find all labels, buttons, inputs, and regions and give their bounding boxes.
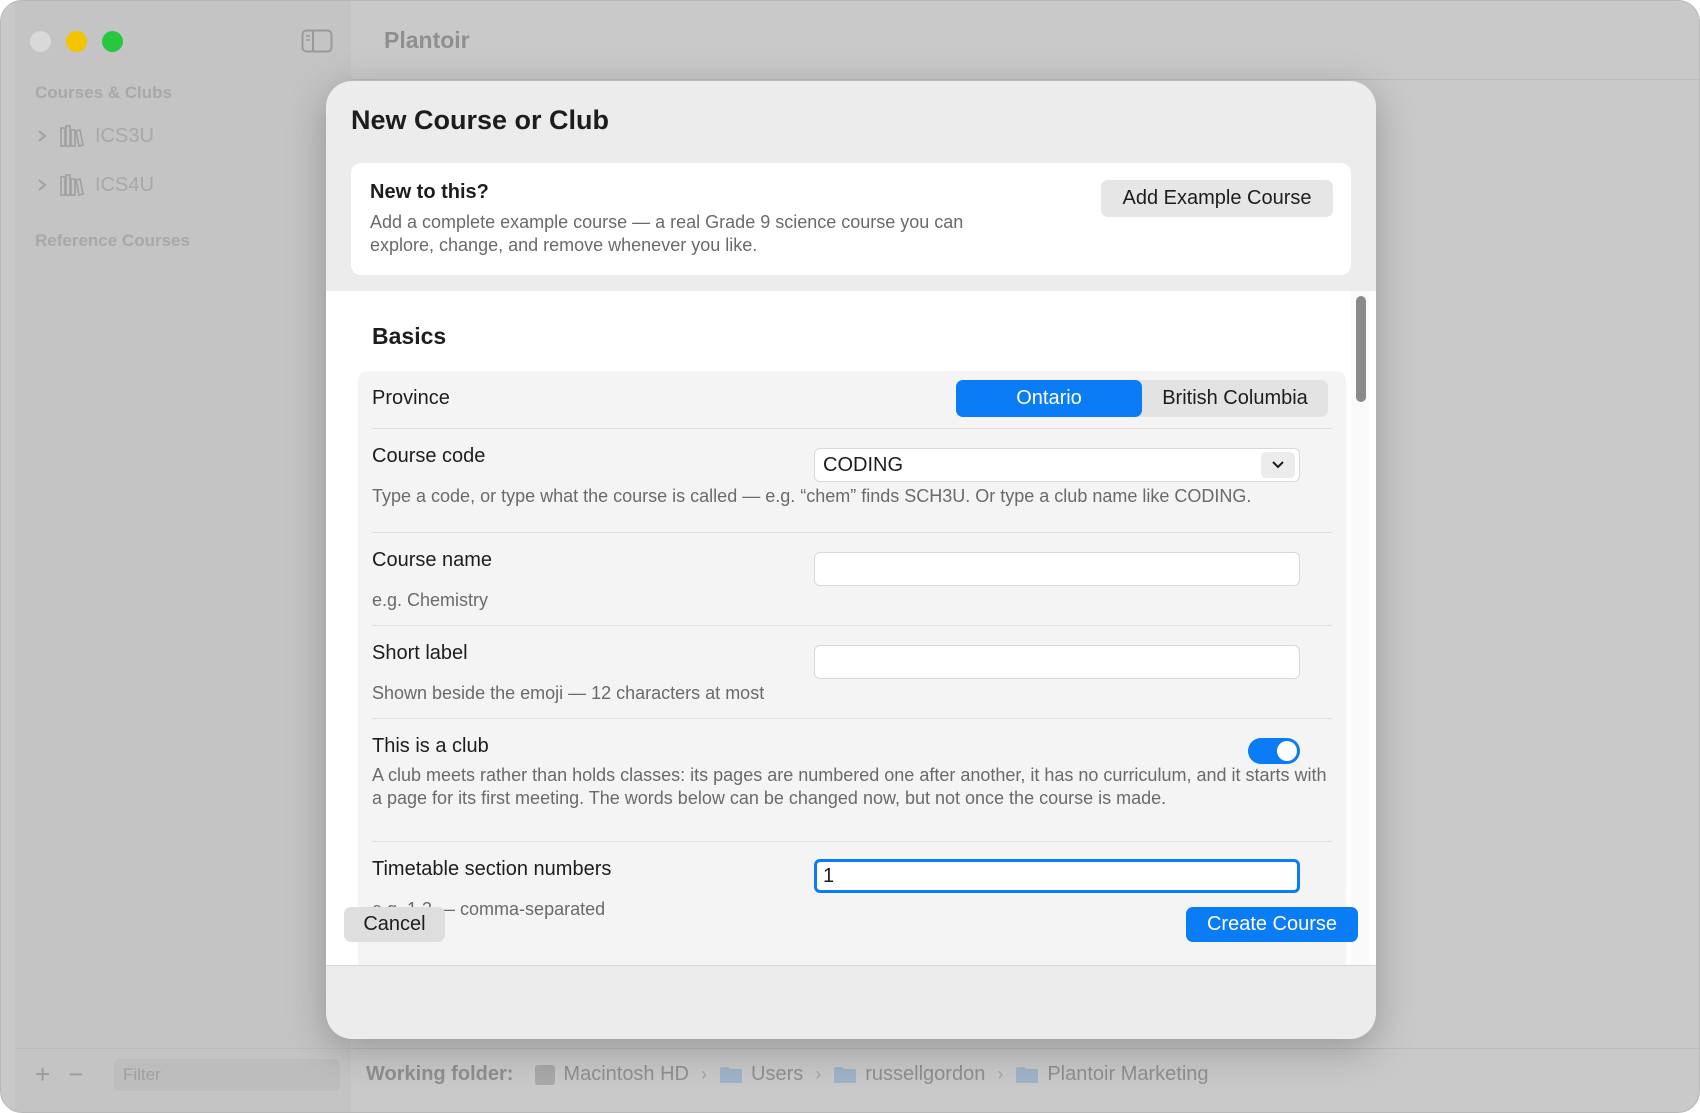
- basics-heading: Basics: [372, 323, 447, 349]
- breadcrumb-item-disk[interactable]: Macintosh HD: [535, 1063, 689, 1086]
- create-course-button[interactable]: Create Course: [1186, 907, 1358, 942]
- filter-input[interactable]: Filter: [114, 1059, 340, 1091]
- chevron-right-icon[interactable]: [35, 129, 49, 143]
- course-name-field[interactable]: [814, 552, 1300, 586]
- sidebar-item-ics4u[interactable]: ICS4U: [35, 171, 154, 199]
- province-label: Province: [372, 387, 450, 409]
- breadcrumb-separator-icon: ›: [701, 1064, 708, 1084]
- app-window: Courses & Clubs ICS3U ICS4U Reference Co…: [0, 0, 1700, 1113]
- course-name-label: Course name: [372, 549, 493, 571]
- scrollbar-thumb[interactable]: [1356, 296, 1366, 402]
- province-option-british-columbia[interactable]: British Columbia: [1142, 380, 1328, 417]
- short-label-label: Short label: [372, 642, 468, 664]
- row-divider: [372, 841, 1332, 842]
- province-option-ontario[interactable]: Ontario: [956, 380, 1142, 417]
- course-code-label: Course code: [372, 445, 486, 467]
- short-label-hint: Shown beside the emoji — 12 characters a…: [372, 683, 765, 703]
- sidebar-section-courses-clubs: Courses & Clubs: [35, 83, 172, 102]
- course-code-value: CODING: [823, 454, 903, 476]
- breadcrumb-label: Macintosh HD: [563, 1063, 690, 1085]
- form-scroll-area[interactable]: Basics Province Ontario British Columbia…: [326, 291, 1376, 965]
- zoom-window-button[interactable]: [102, 31, 123, 52]
- intro-heading: New to this?: [370, 181, 489, 203]
- sidebar-item-ics3u[interactable]: ICS3U: [35, 122, 154, 150]
- close-window-button[interactable]: [30, 31, 51, 52]
- intro-card: New to this? Add a complete example cour…: [351, 163, 1351, 275]
- breadcrumb-label: russellgordon: [865, 1063, 986, 1085]
- club-hint: A club meets rather than holds classes: …: [372, 765, 1327, 808]
- province-segmented-control[interactable]: Ontario British Columbia: [956, 380, 1328, 417]
- books-icon: [60, 174, 84, 196]
- timetable-label: Timetable section numbers: [372, 858, 612, 880]
- minimize-window-button[interactable]: [66, 31, 87, 52]
- breadcrumb-label: Plantoir Marketing: [1047, 1063, 1209, 1085]
- row-divider: [372, 718, 1332, 719]
- breadcrumb-separator-icon: ›: [997, 1064, 1004, 1084]
- new-course-sheet: New Course or Club New to this? Add a co…: [326, 81, 1376, 1039]
- short-label-field[interactable]: [814, 645, 1300, 679]
- sidebar-toggle-icon[interactable]: [301, 29, 333, 53]
- club-toggle-switch[interactable]: [1248, 738, 1300, 764]
- sidebar-item-label: ICS4U: [95, 173, 154, 196]
- app-title: Plantoir: [384, 27, 470, 53]
- home-folder-icon: [834, 1066, 857, 1083]
- club-toggle-label: This is a club: [372, 735, 489, 757]
- course-code-hint: Type a code, or type what the course is …: [372, 486, 1252, 506]
- sidebar-item-label: ICS3U: [95, 124, 154, 147]
- chevron-right-icon[interactable]: [35, 178, 49, 192]
- sidebar-section-reference-courses: Reference Courses: [35, 231, 190, 250]
- toggle-knob: [1277, 741, 1297, 761]
- breadcrumb-separator-icon: ›: [815, 1064, 822, 1084]
- cancel-button[interactable]: Cancel: [344, 907, 445, 942]
- working-folder-breadcrumb: Working folder: Macintosh HD › Users › r…: [366, 1063, 1209, 1086]
- add-icon[interactable]: +: [35, 1061, 50, 1087]
- course-code-combobox[interactable]: CODING: [814, 448, 1300, 482]
- bottom-divider: [15, 1048, 1699, 1049]
- sidebar: [15, 1, 351, 1112]
- breadcrumb-item-home[interactable]: russellgordon: [833, 1063, 985, 1086]
- titlebar-divider: [351, 79, 1699, 80]
- row-divider: [372, 532, 1332, 533]
- folder-icon: [720, 1066, 743, 1083]
- basics-group: Province Ontario British Columbia Course…: [358, 371, 1346, 965]
- course-name-hint: e.g. Chemistry: [372, 590, 489, 610]
- chevron-down-icon[interactable]: [1261, 452, 1295, 478]
- intro-text: Add a complete example course — a real G…: [370, 212, 964, 255]
- books-icon: [60, 125, 84, 147]
- sheet-title: New Course or Club: [351, 105, 610, 135]
- breadcrumb-item-plantoir-marketing[interactable]: Plantoir Marketing: [1015, 1063, 1209, 1086]
- working-folder-label: Working folder:: [366, 1063, 514, 1085]
- breadcrumb-item-users[interactable]: Users: [719, 1063, 803, 1086]
- breadcrumb-label: Users: [751, 1063, 804, 1085]
- hard-disk-icon: [535, 1064, 556, 1085]
- sidebar-bottom-bar: + −: [35, 1061, 83, 1087]
- row-divider: [372, 428, 1332, 429]
- add-example-course-button[interactable]: Add Example Course: [1101, 180, 1333, 217]
- row-divider: [372, 625, 1332, 626]
- footer-divider: [326, 965, 1376, 966]
- remove-icon[interactable]: −: [68, 1061, 83, 1087]
- folder-icon: [1016, 1066, 1039, 1083]
- timetable-field[interactable]: 1: [814, 859, 1300, 893]
